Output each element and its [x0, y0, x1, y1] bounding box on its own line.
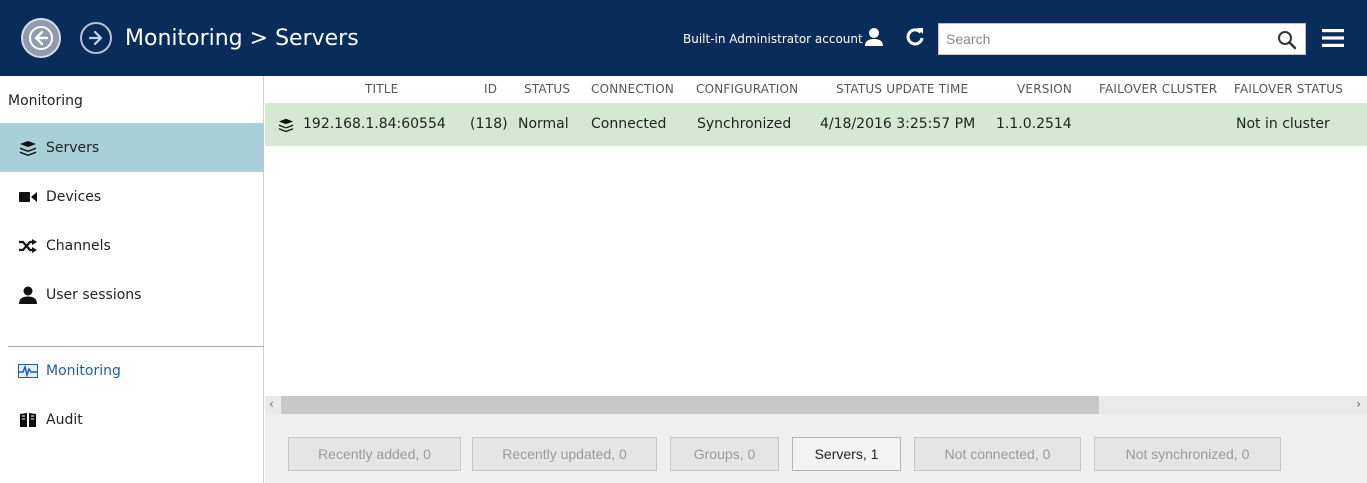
- filter-not-synchronized-button[interactable]: Not synchronized, 0: [1094, 437, 1281, 471]
- sidebar-item-label: Channels: [46, 237, 111, 254]
- forward-button[interactable]: [80, 22, 112, 54]
- sidebar: Monitoring Servers Devices Channels User…: [0, 76, 264, 483]
- scroll-left-icon[interactable]: ‹: [269, 397, 274, 411]
- column-header-status-update-time[interactable]: STATUS UPDATE TIME: [836, 82, 968, 96]
- hamburger-menu-icon[interactable]: [1322, 28, 1344, 52]
- user-icon[interactable]: [864, 27, 884, 51]
- cell-title: 192.168.1.84:60554: [303, 116, 446, 132]
- sidebar-item-label: Devices: [46, 188, 102, 205]
- cell-id: (118): [470, 116, 508, 132]
- servers-table-panel: TITLE ID STATUS CONNECTION CONFIGURATION…: [265, 76, 1367, 483]
- table-row[interactable]: 192.168.1.84:60554 (118) Normal Connecte…: [265, 103, 1367, 146]
- column-header-status[interactable]: STATUS: [524, 82, 570, 96]
- user-icon: [18, 286, 38, 304]
- sidebar-item-label: Audit: [46, 411, 83, 428]
- cell-status: Normal: [518, 116, 569, 132]
- monitoring-icon: [18, 363, 38, 379]
- account-label[interactable]: Built-in Administrator account: [683, 32, 863, 46]
- top-bar: Monitoring > Servers Built-in Administra…: [0, 0, 1367, 76]
- camera-icon: [18, 189, 38, 205]
- scroll-right-icon[interactable]: ›: [1356, 397, 1361, 411]
- filter-servers-button[interactable]: Servers, 1: [792, 437, 901, 471]
- filter-recently-added-button[interactable]: Recently added, 0: [288, 437, 461, 471]
- sidebar-item-monitoring[interactable]: Monitoring: [0, 346, 264, 395]
- sidebar-item-user-sessions[interactable]: User sessions: [0, 270, 264, 319]
- cell-status-update-time: 4/18/2016 3:25:57 PM: [820, 116, 976, 132]
- refresh-icon[interactable]: [905, 26, 925, 50]
- table-header: TITLE ID STATUS CONNECTION CONFIGURATION…: [265, 76, 1367, 103]
- sidebar-item-audit[interactable]: Audit: [0, 395, 264, 444]
- column-header-failover-cluster[interactable]: FAILOVER CLUSTER: [1099, 82, 1217, 96]
- server-stack-icon: [278, 117, 294, 137]
- sidebar-item-devices[interactable]: Devices: [0, 172, 264, 221]
- book-icon: [18, 412, 38, 428]
- arrow-right-icon: [88, 30, 103, 46]
- column-header-version[interactable]: VERSION: [1017, 82, 1072, 96]
- scrollbar-thumb[interactable]: [281, 396, 1099, 414]
- sidebar-item-channels[interactable]: Channels: [0, 221, 264, 270]
- sidebar-item-label: Servers: [46, 139, 100, 156]
- cell-configuration: Synchronized: [697, 116, 792, 132]
- page-title: Monitoring > Servers: [125, 26, 359, 51]
- stack-icon: [18, 140, 38, 156]
- column-header-connection[interactable]: CONNECTION: [591, 82, 674, 96]
- filter-not-connected-button[interactable]: Not connected, 0: [914, 437, 1081, 471]
- horizontal-scrollbar[interactable]: ‹ ›: [265, 396, 1367, 414]
- column-header-id[interactable]: ID: [484, 82, 497, 96]
- filter-recently-updated-button[interactable]: Recently updated, 0: [472, 437, 657, 471]
- arrow-left-icon: [29, 26, 53, 50]
- search-field[interactable]: [938, 23, 1306, 55]
- sidebar-item-servers[interactable]: Servers: [0, 123, 264, 172]
- back-button[interactable]: [21, 18, 61, 58]
- cell-version: 1.1.0.2514: [996, 116, 1072, 132]
- column-header-failover-status[interactable]: FAILOVER STATUS: [1234, 82, 1343, 96]
- sidebar-item-label: Monitoring: [46, 362, 121, 379]
- column-header-configuration[interactable]: CONFIGURATION: [696, 82, 798, 96]
- filter-bar: Recently added, 0 Recently updated, 0 Gr…: [265, 414, 1367, 483]
- shuffle-icon: [18, 238, 38, 254]
- sidebar-heading: Monitoring: [8, 93, 83, 109]
- cell-connection: Connected: [591, 116, 667, 132]
- search-icon[interactable]: [1277, 30, 1297, 54]
- cell-failover-status: Not in cluster: [1236, 116, 1330, 132]
- column-header-title[interactable]: TITLE: [365, 82, 398, 96]
- filter-groups-button[interactable]: Groups, 0: [670, 437, 779, 471]
- sidebar-item-label: User sessions: [46, 286, 142, 303]
- search-input[interactable]: [946, 24, 1266, 54]
